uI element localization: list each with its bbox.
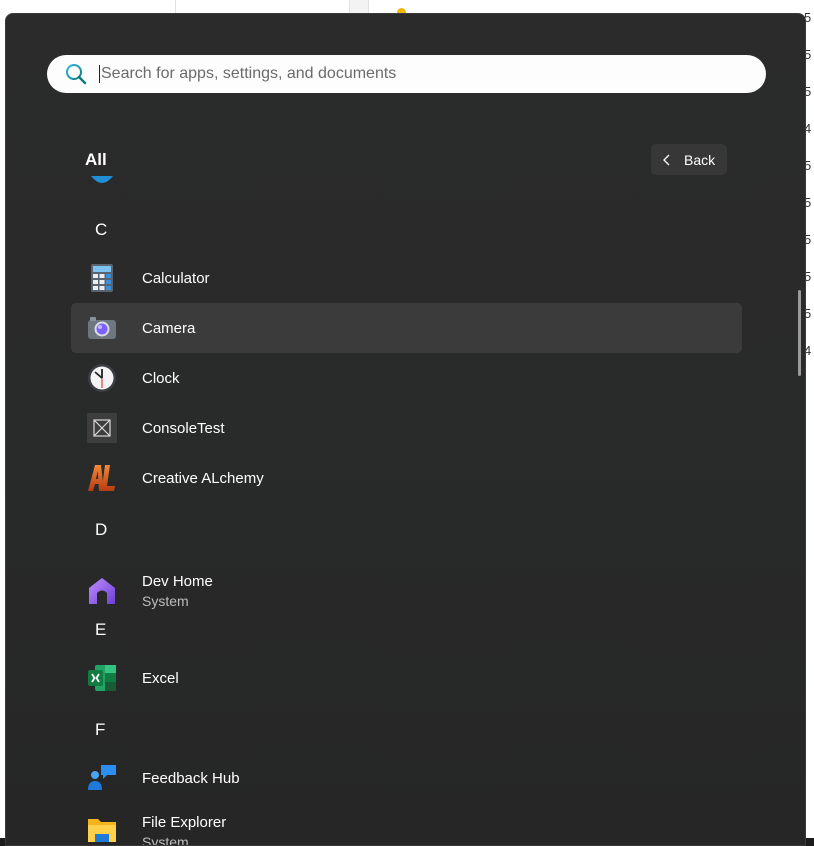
all-apps-title: All [85,150,107,169]
app-consoletest[interactable]: ConsoleTest [71,403,742,453]
app-name: Clock [142,369,180,387]
app-excel[interactable]: Excel [71,653,742,703]
search-input[interactable] [101,59,766,89]
app-subtitle: System [142,593,189,609]
creative-alchemy-icon [88,465,115,491]
search-box[interactable] [47,55,766,93]
feedback-hub-icon [88,765,116,790]
app-creative-alchemy[interactable]: Creative ALchemy [71,453,742,503]
app-name: Calculator [142,269,210,287]
chevron-left-icon [663,154,670,165]
calculator-icon [91,264,113,292]
section-letter-f[interactable]: F [95,720,105,740]
scrollbar-thumb[interactable] [798,290,801,376]
app-subtitle: System [142,834,189,846]
app-name: Feedback Hub [142,769,240,787]
app-name: Creative ALchemy [142,469,264,487]
app-name: Dev Home [142,573,213,590]
app-name: Excel [142,669,179,687]
partial-app-icon [91,176,113,183]
clock-icon [88,364,116,392]
app-feedback-hub[interactable]: Feedback Hub [71,753,742,803]
console-test-icon [87,413,117,443]
app-dev-home[interactable]: Dev Home System [71,563,742,619]
text-caret [99,65,100,83]
dev-home-icon [89,578,115,604]
back-button[interactable]: Back [651,144,727,175]
all-apps-list[interactable]: C Calculator Camera Clock ConsoleTest Cr… [71,176,743,846]
file-explorer-icon [88,819,116,842]
app-camera[interactable]: Camera [71,303,742,353]
back-button-label: Back [684,151,716,168]
camera-icon [88,317,116,339]
excel-icon [88,665,116,691]
app-name: Camera [142,319,196,337]
app-name: ConsoleTest [142,419,225,437]
section-letter-c[interactable]: C [95,220,107,240]
section-letter-d[interactable]: D [95,520,107,540]
app-file-explorer[interactable]: File Explorer System [71,803,742,846]
search-icon [66,64,87,85]
section-letter-e[interactable]: E [95,620,106,640]
start-menu: All Back C Calculator [5,13,806,846]
app-name: File Explorer [142,814,227,831]
app-calculator[interactable]: Calculator [71,253,742,303]
app-clock[interactable]: Clock [71,353,742,403]
